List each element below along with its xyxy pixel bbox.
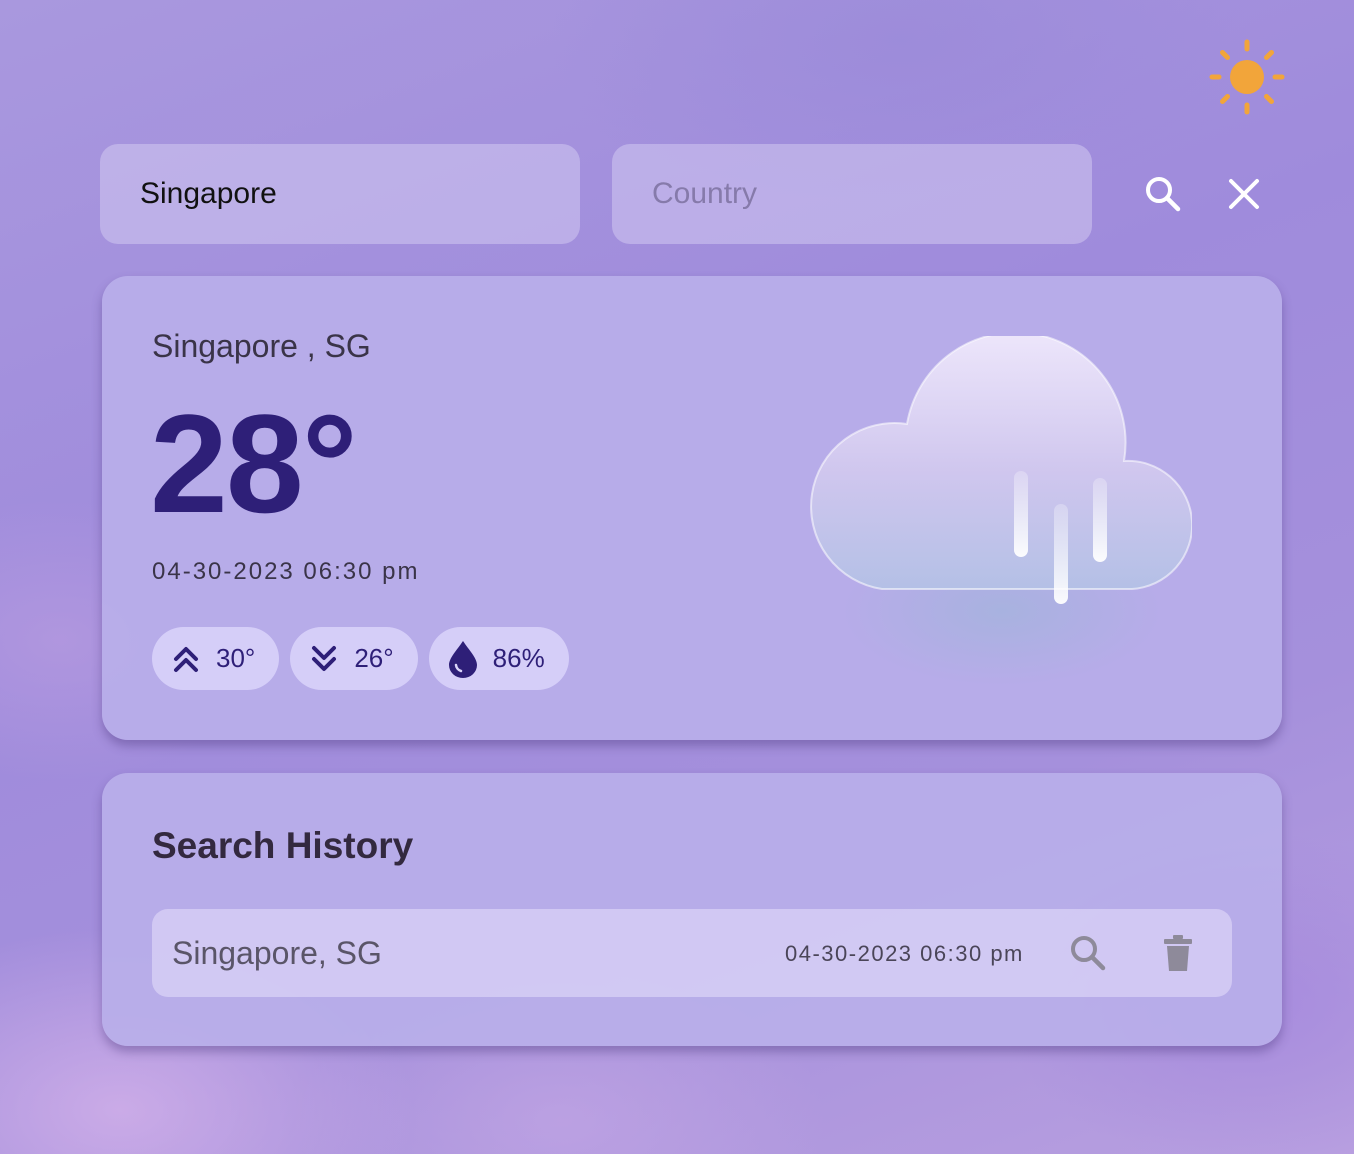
history-search-button[interactable] <box>1068 933 1108 973</box>
search-history-title: Search History <box>152 825 414 866</box>
high-temp-chip: 30° <box>152 627 280 690</box>
history-item-location: Singapore, SG <box>172 935 382 971</box>
history-list-item[interactable]: Singapore, SG 04-30-2023 06:30 pm <box>152 909 1232 997</box>
search-history-card: Search History Singapore, SG 04-30-2023 … <box>102 773 1282 1046</box>
city-field-container <box>100 144 580 244</box>
low-temp-chip: 26° <box>290 627 418 690</box>
sun-icon[interactable] <box>1207 37 1287 117</box>
temperature-value: 28° <box>150 385 358 542</box>
country-field-container <box>612 144 1092 244</box>
city-input[interactable] <box>140 177 540 211</box>
humidity-chip: 86% <box>428 627 569 690</box>
low-temp-value: 26° <box>354 643 394 673</box>
history-delete-button[interactable] <box>1158 933 1198 973</box>
history-item-datetime: 04-30-2023 06:30 pm <box>785 941 1024 966</box>
weather-stats: 30° 26° 86% <box>152 627 569 690</box>
weather-location: Singapore , SG <box>152 328 371 364</box>
current-weather-card: Singapore , SG 28° 04-30-2023 06:30 pm 3… <box>102 276 1282 740</box>
double-chevron-down-icon <box>308 643 340 675</box>
search-button[interactable] <box>1137 168 1189 220</box>
humidity-value: 86% <box>492 643 545 673</box>
rain-cloud-icon <box>802 331 1194 686</box>
weather-datetime: 04-30-2023 06:30 pm <box>152 558 420 585</box>
country-input[interactable] <box>652 177 1052 211</box>
search-icon <box>1146 177 1181 212</box>
high-temp-value: 30° <box>216 643 256 673</box>
search-icon <box>1071 936 1106 971</box>
water-drop-icon <box>447 640 479 678</box>
close-icon <box>1229 179 1259 209</box>
clear-button[interactable] <box>1218 168 1270 220</box>
double-chevron-up-icon <box>170 643 202 675</box>
trash-icon <box>1164 935 1192 971</box>
